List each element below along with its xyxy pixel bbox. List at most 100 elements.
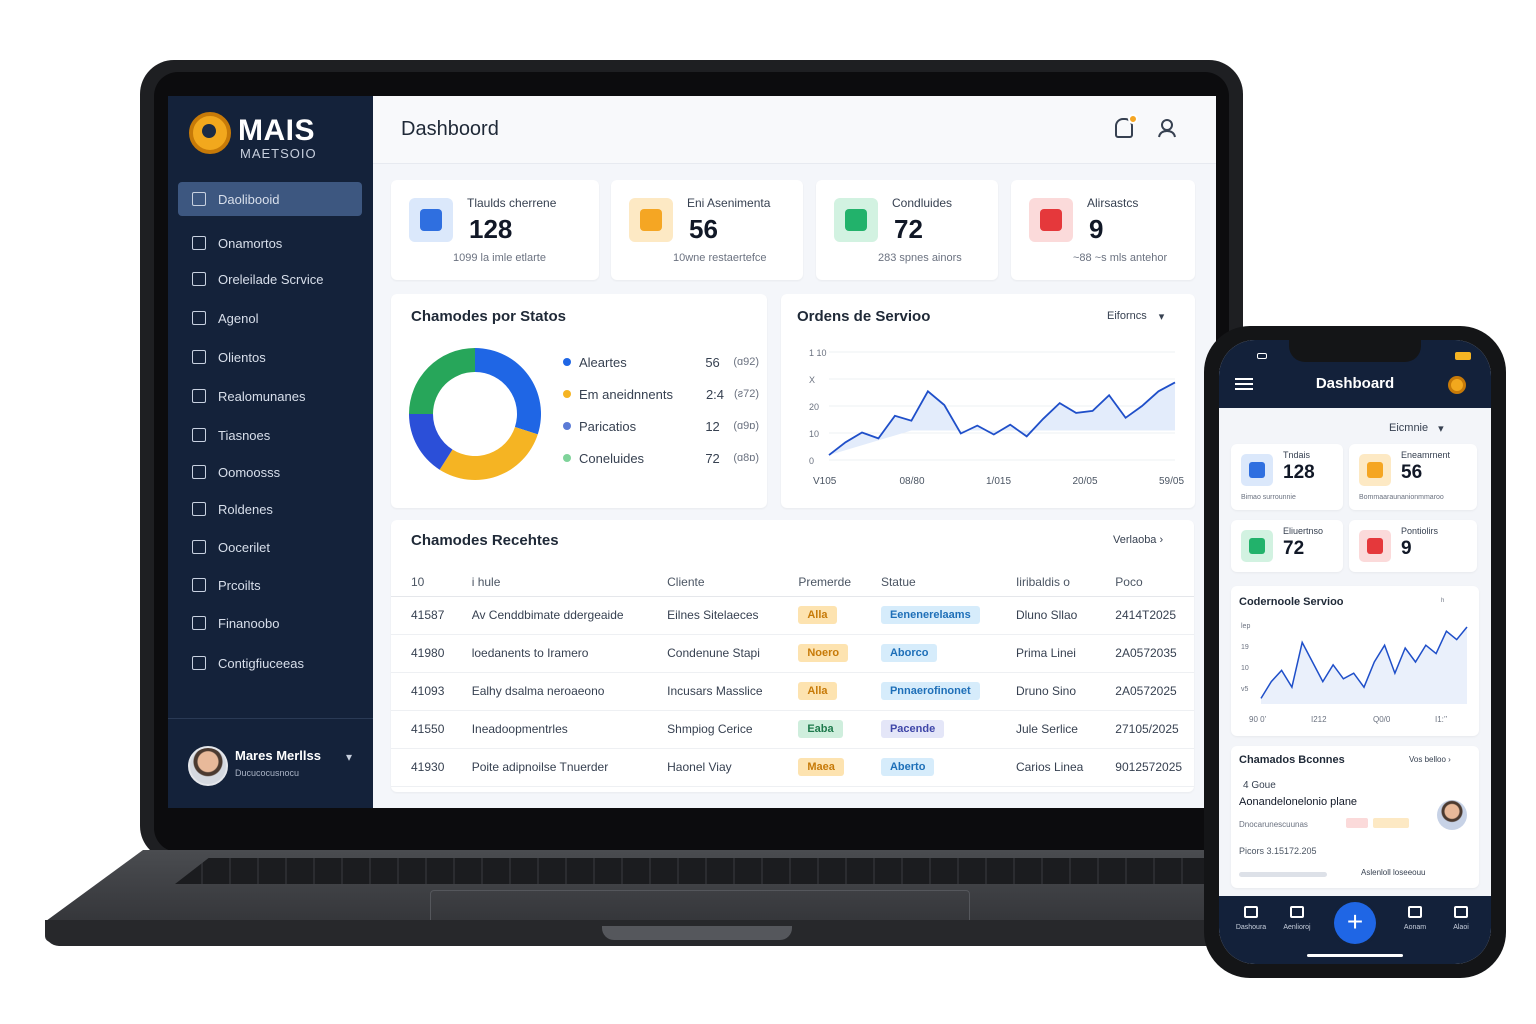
kpi-card[interactable]: Tlaulds cherrene 128 1099 la imle etlarte: [391, 180, 599, 280]
sidebar-item-1[interactable]: Onamortos: [178, 226, 362, 260]
kpi-card[interactable]: Condluides 72 283 spnes ainors: [816, 180, 998, 280]
kpi-subtext: 283 spnes ainors: [878, 252, 962, 264]
sidebar-item-6[interactable]: Tiasnoes: [178, 418, 362, 452]
kpi-value: 72: [1283, 538, 1305, 559]
cell-priority: Maea: [778, 748, 861, 787]
phone-nav-label: Aonam: [1403, 924, 1427, 931]
kpi-card[interactable]: Alirsastcs 9 ~88 ~s mls antehor: [1011, 180, 1195, 280]
phone-kpi-card[interactable]: Tndais 128 Bimao surrounnie: [1231, 444, 1343, 510]
cell-priority: Alla: [778, 672, 861, 711]
sidebar-item-9[interactable]: Oocerilet: [178, 530, 362, 564]
phone-chart-marker: ʰ: [1441, 596, 1445, 606]
priority-badge: Eaba: [798, 720, 843, 738]
table-row[interactable]: 41093 Ealhy dsalma neroaeono Incusars Mass…: [391, 672, 1194, 711]
legend-item: Paricatios 12 (ɑ9ɒ): [563, 416, 759, 436]
x-tick-label: Q0/0: [1373, 715, 1391, 724]
add-button[interactable]: +: [1334, 902, 1376, 944]
tickets-icon: [192, 236, 206, 250]
column-header[interactable]: Iiribaldis o: [995, 568, 1096, 597]
legend-value: 12: [705, 418, 720, 434]
phone-kpi-card[interactable]: Pontiolirs 9: [1349, 520, 1477, 572]
logo-icon-inner: [202, 124, 216, 138]
phone-nav-item[interactable]: Alaoi: [1441, 906, 1481, 931]
kpi-subtext: Bimao surrounnie: [1241, 494, 1296, 501]
cell-id: 41587: [391, 596, 452, 635]
legend-percent: (ɑ92): [733, 356, 759, 368]
sidebar-item-4[interactable]: Olientos: [178, 340, 362, 374]
phone-filter-dropdown[interactable]: Eicmnie ▾: [1389, 422, 1444, 435]
service-order-icon: [192, 272, 206, 286]
calendar-icon: [1408, 906, 1422, 918]
sidebar-item-7[interactable]: Oomoosss: [178, 455, 362, 489]
table-row[interactable]: 41980 loedanents to Iramero Condenune Stap…: [391, 634, 1194, 673]
status-panel-title: Chamodes por Statos: [411, 308, 567, 325]
column-header[interactable]: Cliente: [647, 568, 779, 597]
recent-tickets-title: Chamodes Recehtes: [411, 532, 559, 549]
priority-badge: Alla: [798, 606, 837, 624]
cell-status: Eenenerelaams: [860, 596, 996, 635]
sidebar-item-label: Tiasnoes: [218, 427, 271, 443]
orders-filter-dropdown[interactable]: Eiforncs ▾: [1107, 310, 1164, 323]
x-tick-label: 20/05: [1073, 476, 1098, 487]
sidebar-item-3[interactable]: Agenol: [178, 301, 362, 335]
settings-icon: [192, 656, 206, 670]
column-header[interactable]: Statue: [860, 568, 996, 597]
laptop-screen: MAIS MAETSOIO Daolibooid Onamortos Oreleil…: [168, 96, 1216, 808]
x-tick-label: I1:’’: [1435, 715, 1448, 724]
phone-nav-item[interactable]: Aenlioroj: [1277, 906, 1317, 931]
home-indicator: [1307, 954, 1403, 957]
sidebar-item-8[interactable]: Roldenes: [178, 492, 362, 526]
view-all-link[interactable]: Verlaoba ›: [1113, 534, 1163, 546]
sidebar-item-0[interactable]: Daolibooid: [178, 182, 362, 216]
phone-nav-item[interactable]: Dashoura: [1231, 906, 1271, 931]
sidebar-item-5[interactable]: Realomunanes: [178, 379, 362, 413]
kpi-value: 72: [894, 214, 923, 244]
phone-ticket-title[interactable]: Aonandelonelonio plane: [1239, 796, 1357, 808]
sidebar-item-12[interactable]: Contigfiuceeas: [178, 646, 362, 680]
menu-icon: [1454, 906, 1468, 918]
chevron-right-icon: ›: [1159, 534, 1164, 546]
chevron-down-icon[interactable]: ▾: [346, 750, 352, 764]
dashboard-icon: [192, 192, 206, 206]
legend-swatch: [563, 358, 571, 366]
cell-priority: Eaba: [778, 710, 861, 749]
table-row[interactable]: 41587 Av Cenddbimate ddergeaide Eilnes Sit…: [391, 596, 1194, 635]
column-header[interactable]: i hule: [451, 568, 648, 597]
phone-nav-item[interactable]: Aonam: [1395, 906, 1435, 931]
sidebar-item-10[interactable]: Prcoilts: [178, 568, 362, 602]
folder-icon: [192, 540, 206, 554]
legend-label: Paricatios: [579, 418, 637, 434]
phone-kpi-card[interactable]: Eliuertnso 72: [1231, 520, 1343, 572]
status-legend: Aleartes 56 (ɑ92) Em aneidnnents 2:4 (ƨ72) Par…: [563, 352, 759, 480]
logo-icon: [1448, 376, 1466, 394]
area-fill: [1261, 627, 1467, 704]
phone-view-all-link[interactable]: Vos belloo ›: [1409, 755, 1451, 764]
kpi-label: Eliuertnso: [1283, 526, 1324, 536]
cell-title: Poite adipnoilse Tnuerder: [451, 748, 648, 787]
finance-icon: [192, 616, 206, 630]
priority-badge: Maea: [798, 758, 844, 776]
avatar[interactable]: [188, 746, 228, 786]
legend-value: 56: [705, 354, 720, 370]
status-badge: [1373, 818, 1409, 828]
column-header[interactable]: 10: [391, 568, 452, 597]
phone-kpi-card[interactable]: Eneamrnent 56 Bommaaraunanionmmaroo: [1349, 444, 1477, 510]
column-header[interactable]: Premerde: [778, 568, 861, 597]
status-badge: Pnnaerofinonet: [880, 682, 980, 700]
check-icon: [834, 198, 878, 242]
cell-date: 2414T2025: [1095, 596, 1194, 635]
ticket-icon: [409, 198, 453, 242]
sidebar-item-label: Roldenes: [218, 501, 273, 517]
table-row[interactable]: 41550 Ineadoopmentrles Shmpiog Cerice Eaba P…: [391, 710, 1194, 749]
y-tick-label: 20: [809, 402, 819, 412]
status-badge: Pacende: [880, 720, 945, 738]
table-row[interactable]: 41930 Poite adipnoilse Tnuerder Haonel Via…: [391, 748, 1194, 787]
sidebar-item-11[interactable]: Finanoobo: [178, 606, 362, 640]
column-header[interactable]: Poco: [1095, 568, 1194, 597]
legend-percent: (ɑ9ɒ): [733, 420, 759, 432]
kpi-card[interactable]: Eni Asenimenta 56 10wne restaertefce: [611, 180, 803, 280]
sidebar-item-2[interactable]: Oreleilade Scrvice: [178, 262, 362, 296]
cell-responsible: Druno Sino: [995, 672, 1096, 711]
user-icon[interactable]: [1157, 118, 1177, 138]
sidebar-item-label: Olientos: [218, 349, 266, 365]
